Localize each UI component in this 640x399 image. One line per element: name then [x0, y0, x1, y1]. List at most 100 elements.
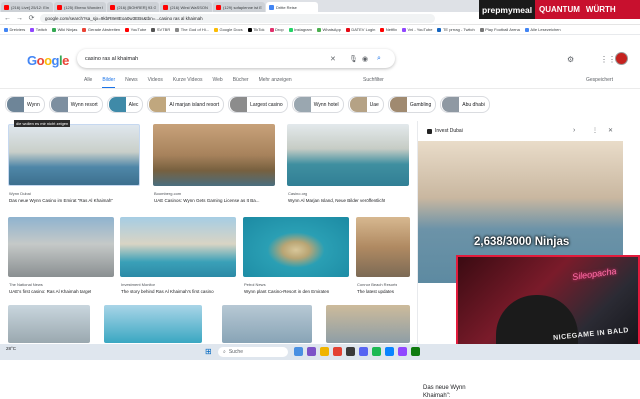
- related-chip[interactable]: Abu dhabi: [440, 96, 490, 113]
- bookmark-item[interactable]: YouTube: [125, 27, 146, 32]
- chrome-icon[interactable]: [333, 347, 342, 356]
- browser-tab[interactable]: (129) sofaplenne ist Ein: [213, 2, 265, 12]
- bookmark-item[interactable]: TikTok: [247, 27, 265, 32]
- result-image[interactable]: [287, 124, 409, 186]
- result-image[interactable]: [356, 217, 410, 277]
- more-icon[interactable]: ⋮: [592, 127, 598, 134]
- back-icon[interactable]: ←: [4, 15, 11, 22]
- bookmark-item[interactable]: TE prrrag - Twitch: [437, 27, 475, 32]
- related-chip[interactable]: Alec: [106, 96, 144, 113]
- bookmark-item[interactable]: Twitch: [30, 27, 47, 32]
- search-query: casino ras al khaimah: [85, 55, 139, 62]
- browser-tab[interactable]: (125) Ebeno Wonder Plate Vor: [54, 2, 106, 12]
- result-image[interactable]: [8, 124, 140, 186]
- address-bar[interactable]: google.com/search?sa_sjx=9kbR8e8Eoa0w3EB…: [40, 13, 435, 23]
- tab-label: (216) [BOHRER] 93 Grill Xxx: [117, 4, 156, 10]
- google-logo[interactable]: Google: [27, 53, 69, 68]
- panel-title[interactable]: Das neue Wynn: [423, 385, 466, 391]
- result-image[interactable]: [8, 217, 114, 277]
- bookmark-item[interactable]: Alle Lesezeichen: [524, 27, 561, 32]
- result-image[interactable]: [104, 305, 202, 343]
- twitch-icon[interactable]: [398, 347, 407, 356]
- edge-icon[interactable]: [385, 347, 394, 356]
- related-chip[interactable]: Wynn: [5, 96, 45, 113]
- result-card-9[interactable]: [104, 305, 202, 343]
- result-card-6[interactable]: Petrol News Wynn plant Casino-Resort in …: [243, 217, 349, 299]
- windows-start-icon[interactable]: ⊞: [205, 347, 212, 356]
- result-card-8[interactable]: [8, 305, 90, 343]
- related-chip[interactable]: Al marjan island resort: [147, 96, 225, 113]
- taskbar-search[interactable]: ⌕ Suche: [218, 347, 288, 357]
- taskbar-search-label: Suche: [228, 349, 243, 355]
- xbox-icon[interactable]: [411, 347, 420, 356]
- obs-icon[interactable]: [346, 347, 355, 356]
- bookmark-item[interactable]: Drop: [269, 27, 284, 32]
- result-image[interactable]: [120, 217, 236, 277]
- browser-tab[interactable]: (216) Live] 25/12: Ein outer: [1, 2, 53, 12]
- bookmark-icon: [30, 27, 35, 32]
- result-card-1[interactable]: die wollen es mir nicht zeigen Wynn Duba…: [8, 120, 140, 210]
- browser-tab[interactable]: (216) Wirst WaSSON mark: [160, 2, 212, 12]
- result-image[interactable]: [326, 305, 410, 343]
- result-image[interactable]: [8, 305, 90, 343]
- folder-icon[interactable]: [320, 347, 329, 356]
- related-chip[interactable]: Largest casino: [228, 96, 288, 113]
- microphone-icon[interactable]: 🎙: [349, 55, 358, 63]
- bookmark-item[interactable]: Dreiviers: [4, 27, 25, 32]
- result-card-11[interactable]: [326, 305, 410, 343]
- bookmarks-bar: Dreiviers Twitch Wiki Ninjas Gerade Abstrei…: [0, 25, 640, 35]
- apps-icon[interactable]: ⋮⋮: [600, 55, 616, 64]
- result-card-10[interactable]: [222, 305, 312, 343]
- chip-thumbnail: [230, 97, 248, 112]
- chip-thumbnail: [50, 97, 68, 112]
- bookmark-item[interactable]: Instagram: [288, 27, 312, 32]
- result-card-2[interactable]: Boomberg.com UAE Casinos: Wynn Gets Gami…: [153, 124, 275, 210]
- avatar[interactable]: [615, 52, 628, 65]
- browser-tab[interactable]: Dritte Reise: [266, 2, 318, 12]
- bookmark-label: Play Football Arena: [485, 27, 520, 32]
- bookmark-icon: [4, 27, 8, 32]
- discord-icon[interactable]: [359, 347, 368, 356]
- related-chip[interactable]: Wynn resort: [48, 96, 103, 113]
- chevron-right-icon[interactable]: ›: [573, 127, 575, 134]
- result-source: Casino.org: [288, 191, 308, 196]
- bookmark-item[interactable]: Gerade Abstreiten: [82, 27, 120, 32]
- bookmark-item[interactable]: Google Docs: [213, 27, 243, 32]
- result-image[interactable]: [243, 217, 349, 277]
- file-explorer-icon[interactable]: [294, 347, 303, 356]
- bookmark-item[interactable]: Vnl - YouTube: [401, 27, 432, 32]
- related-chip[interactable]: Uae: [347, 96, 384, 113]
- result-image[interactable]: [153, 124, 275, 186]
- bookmark-item[interactable]: Play Football Arena: [479, 27, 520, 32]
- saved-button[interactable]: Gespeichert: [586, 77, 613, 83]
- result-card-4[interactable]: The National News UAE's first casino: Ra…: [8, 217, 114, 299]
- result-card-5[interactable]: Investment Monitor The story behind Ras …: [120, 217, 236, 299]
- lens-icon[interactable]: ◉: [362, 55, 368, 63]
- bookmark-item[interactable]: DATEV Login: [345, 27, 375, 32]
- bookmark-item[interactable]: Netflix: [380, 27, 397, 32]
- search-icon[interactable]: ⌕: [377, 55, 381, 63]
- teams-icon[interactable]: [307, 347, 316, 356]
- clear-icon[interactable]: ✕: [330, 55, 336, 63]
- spotify-icon[interactable]: [372, 347, 381, 356]
- panel-source[interactable]: Invest Dubai: [435, 128, 463, 134]
- forward-icon[interactable]: →: [16, 15, 23, 22]
- result-image[interactable]: [222, 305, 312, 343]
- gear-icon[interactable]: ⚙: [567, 55, 574, 64]
- search-input[interactable]: casino ras al khaimah: [77, 49, 395, 68]
- result-card-3[interactable]: Casino.org Wynn Al Marjan Island, Neue B…: [287, 124, 409, 210]
- tools-button[interactable]: Suchfilter: [363, 77, 384, 83]
- result-card-7[interactable]: Connor Beach Resorts The latest updates: [356, 217, 410, 299]
- bookmark-icon: [213, 27, 218, 32]
- bookmark-item[interactable]: Wiki Ninjas: [52, 27, 77, 32]
- close-icon[interactable]: ✕: [608, 127, 613, 134]
- bookmark-item[interactable]: WhatsApp: [316, 27, 341, 32]
- related-chip[interactable]: Wynn hotel: [291, 96, 344, 113]
- bookmark-item[interactable]: The God of Hi...: [175, 27, 209, 32]
- related-chip[interactable]: Gambling: [387, 96, 437, 113]
- bookmark-item[interactable]: SVTBR: [151, 27, 170, 32]
- ninja-goal-overlay: 2,638/3000 Ninjas: [474, 236, 570, 248]
- weather-widget[interactable]: 28°C: [6, 346, 16, 351]
- browser-tab[interactable]: (216) [BOHRER] 93 Grill Xxx: [107, 2, 159, 12]
- reload-icon[interactable]: ⟳: [28, 14, 35, 22]
